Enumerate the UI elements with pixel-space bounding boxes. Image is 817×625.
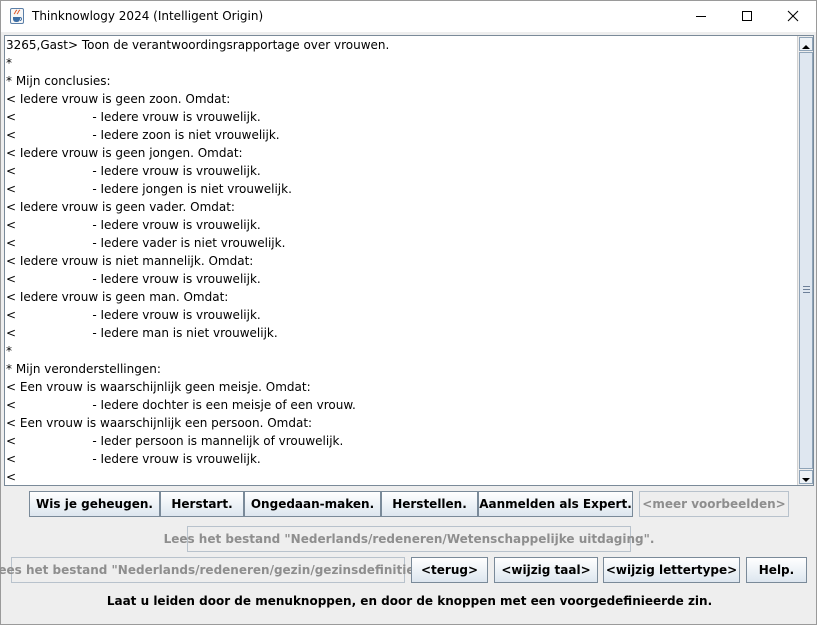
clear-memory-button[interactable]: Wis je geheugen. (29, 491, 160, 517)
output-line: < - Iedere vrouw is vrouwelijk. (6, 218, 261, 232)
thumb-grip-line (803, 292, 810, 293)
output-line: * Mijn veronderstellingen: (6, 362, 161, 376)
output-line: < Iedere vrouw is niet mannelijk. Omdat: (6, 254, 254, 268)
help-button[interactable]: Help. (746, 557, 807, 583)
login-expert-button[interactable]: Aanmelden als Expert. (478, 491, 633, 517)
output-line: < - Iedere vrouw is vrouwelijk. (6, 164, 261, 178)
read-file-challenge-button[interactable]: Lees het bestand "Nederlands/redeneren/W… (164, 526, 654, 552)
maximize-icon (741, 7, 753, 26)
application-window: Thinknowlogy 2024 (Intelligent Origin) 3… (0, 0, 817, 625)
output-line: * (6, 344, 12, 358)
maximize-button[interactable] (724, 1, 770, 32)
java-app-icon (10, 8, 24, 24)
output-line: < - Iedere dochter is een meisje of een … (6, 398, 356, 412)
close-button[interactable] (770, 1, 816, 32)
output-line: < - Iedere jongen is niet vrouwelijk. (6, 182, 292, 196)
change-language-button[interactable]: <wijzig taal> (494, 557, 598, 583)
output-line: * Mijn conclusies: (6, 74, 111, 88)
back-button[interactable]: <terug> (411, 557, 488, 583)
restart-button[interactable]: Herstart. (160, 491, 244, 517)
undo-button[interactable]: Ongedaan-maken. (244, 491, 381, 517)
output-line: < (6, 470, 17, 484)
output-panel: 3265,Gast> Toon de verantwoordingsrappor… (4, 35, 814, 486)
scroll-down-button[interactable] (799, 470, 813, 484)
window-title: Thinknowlogy 2024 (Intelligent Origin) (32, 9, 264, 23)
output-line: < Iedere vrouw is geen vader. Omdat: (6, 200, 235, 214)
arrow-up-icon (802, 36, 810, 54)
scroll-thumb[interactable] (799, 52, 813, 469)
status-message: Laat u leiden door de menuknoppen, en do… (106, 594, 713, 608)
output-line: < - Iedere vrouw is vrouwelijk. (6, 308, 261, 322)
more-examples-button[interactable]: <meer voorbeelden> (639, 491, 789, 517)
change-font-button[interactable]: <wijzig lettertype> (603, 557, 740, 583)
minimize-button[interactable] (678, 1, 724, 32)
read-file-family-button[interactable]: Lees het bestand "Nederlands/redeneren/g… (0, 557, 425, 583)
output-line: < - Iedere vader is niet vrouwelijk. (6, 236, 286, 250)
minimize-icon (695, 7, 707, 26)
title-bar[interactable]: Thinknowlogy 2024 (Intelligent Origin) (1, 1, 816, 32)
scroll-up-button[interactable] (799, 37, 813, 51)
output-line: < - Iedere vrouw is vrouwelijk. (6, 272, 261, 286)
output-line: < Iedere vrouw is geen man. Omdat: (6, 290, 229, 304)
thumb-grip-line (803, 289, 810, 290)
output-line: < Een vrouw is waarschijnlijk een persoo… (6, 416, 313, 430)
output-line: < Een vrouw is waarschijnlijk geen meisj… (6, 380, 311, 394)
output-line: < - Iedere zoon is niet vrouwelijk. (6, 128, 280, 142)
output-line: 3265,Gast> Toon de verantwoordingsrappor… (6, 38, 390, 52)
output-line: < Iedere vrouw is geen zoon. Omdat: (6, 92, 231, 106)
output-line: < - Ieder persoon is mannelijk of vrouwe… (6, 434, 344, 448)
arrow-down-icon (802, 468, 810, 486)
close-icon (787, 7, 799, 26)
output-line: < - Iedere vrouw is vrouwelijk. (6, 110, 261, 124)
output-text-area[interactable]: 3265,Gast> Toon de verantwoordingsrappor… (6, 36, 796, 485)
vertical-scrollbar[interactable] (797, 36, 813, 485)
redo-button[interactable]: Herstellen. (381, 491, 478, 517)
output-line: < Iedere vrouw is geen jongen. Omdat: (6, 146, 243, 160)
output-line: < - Iedere vrouw is vrouwelijk. (6, 452, 261, 466)
output-line: < - Iedere man is niet vrouwelijk. (6, 326, 278, 340)
thumb-grip-line (803, 286, 810, 287)
output-line: * (6, 56, 12, 70)
